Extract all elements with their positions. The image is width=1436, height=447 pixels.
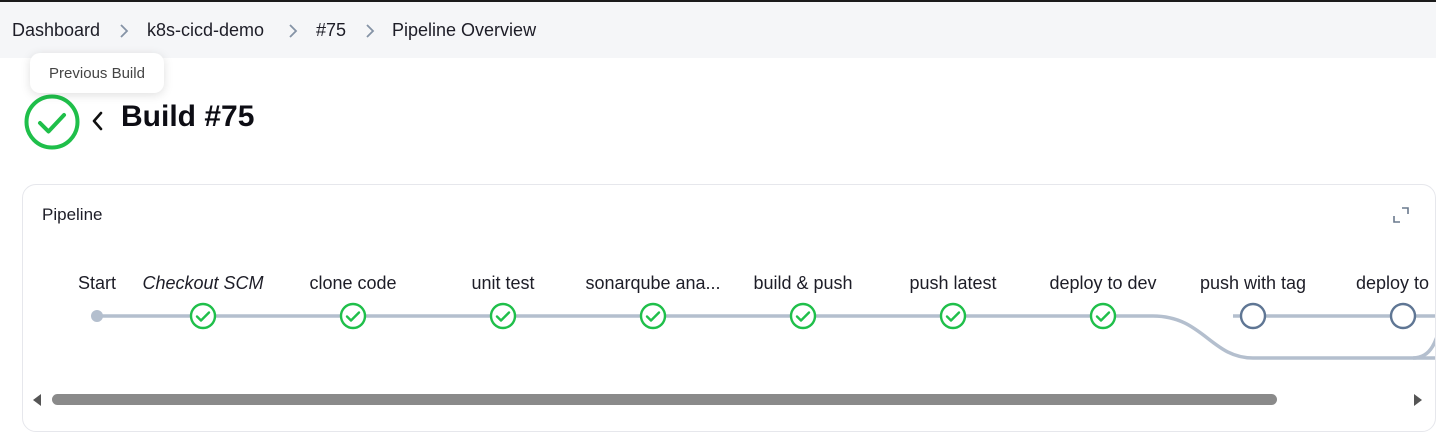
stage-node-success[interactable] (189, 302, 217, 330)
breadcrumb: Dashboard k8s-cicd-demo #75 Pipeline Ove… (0, 2, 1436, 58)
stage-node-not-built[interactable] (1389, 302, 1417, 330)
stage-node-success[interactable] (789, 302, 817, 330)
scrollbar-thumb[interactable] (52, 394, 1277, 405)
chevron-right-icon (120, 24, 129, 38)
stage-node-success[interactable] (939, 302, 967, 330)
breadcrumb-project[interactable]: k8s-cicd-demo (147, 20, 264, 41)
stage-success-ring (189, 302, 217, 330)
horizontal-scrollbar[interactable] (29, 391, 1429, 409)
page-title: Build #75 (121, 100, 255, 133)
breadcrumb-build[interactable]: #75 (316, 20, 346, 41)
pipeline-edge-main (97, 314, 1435, 360)
chevron-right-icon (366, 24, 375, 38)
stage-success-ring (1089, 302, 1117, 330)
stage-success-ring (639, 302, 667, 330)
stage-node-not-built[interactable] (1239, 302, 1267, 330)
chevron-right-icon (289, 24, 298, 38)
scroll-right-arrow-icon[interactable] (1413, 394, 1423, 406)
stage-node-success[interactable] (1089, 302, 1117, 330)
stage-node-success[interactable] (339, 302, 367, 330)
previous-build-tooltip: Previous Build (30, 53, 164, 93)
stage-node-success[interactable] (489, 302, 517, 330)
scroll-left-arrow-icon[interactable] (32, 394, 42, 406)
check-circle-icon (24, 94, 80, 150)
stage-success-ring (789, 302, 817, 330)
start-node (91, 310, 103, 322)
stage-success-ring (489, 302, 517, 330)
stage-success-ring (339, 302, 367, 330)
pipeline-card: Pipeline Start Checkout SCM clone code unit… (22, 184, 1436, 432)
stage-success-ring (939, 302, 967, 330)
pipeline-edge-merge (1412, 336, 1435, 360)
stage-node-success[interactable] (639, 302, 667, 330)
previous-build-button[interactable] (88, 108, 108, 134)
pipeline-graph (91, 302, 1435, 360)
breadcrumb-dashboard[interactable]: Dashboard (12, 20, 100, 41)
breadcrumb-pipeline-overview: Pipeline Overview (392, 20, 537, 40)
